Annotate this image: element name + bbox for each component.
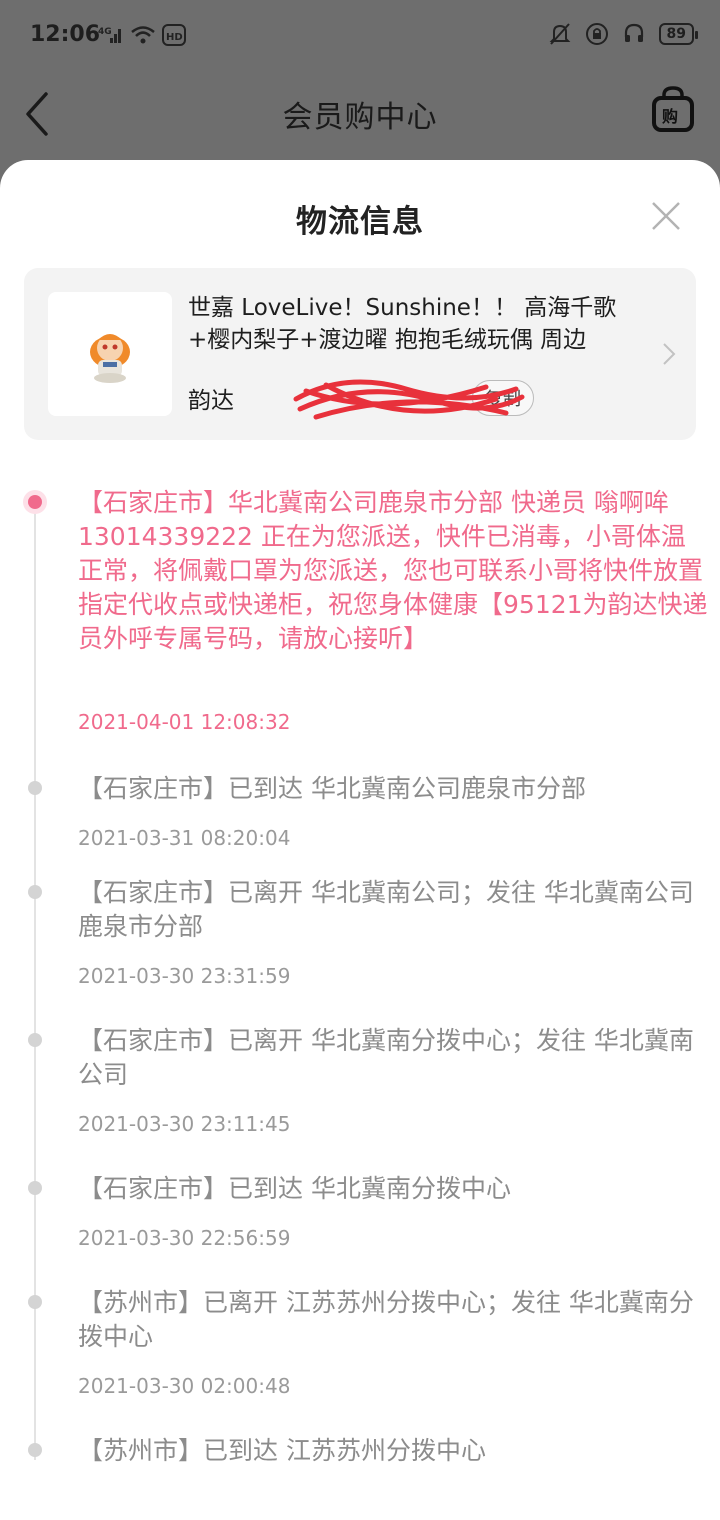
lock-rotate-icon xyxy=(585,23,608,45)
battery-indicator: 89 xyxy=(658,23,699,45)
wifi-icon xyxy=(131,26,155,44)
timeline-time: 2021-03-30 02:00:48 xyxy=(78,1374,291,1398)
svg-text:4G: 4G xyxy=(98,27,112,37)
timeline-time: 2021-03-30 23:11:45 xyxy=(78,1112,291,1136)
status-bar: 12:06 4G HD 89 xyxy=(0,0,720,72)
timeline-dot xyxy=(28,885,42,899)
timeline-text: 【石家庄市】已离开 华北冀南公司；发往 华北冀南公司鹿泉市分部 xyxy=(78,878,694,941)
timeline-time: 2021-03-30 23:31:59 xyxy=(78,964,291,988)
timeline-text: 【石家庄市】已到达 华北冀南公司鹿泉市分部 xyxy=(78,774,586,803)
carrier-name: 韵达 xyxy=(188,388,234,414)
timeline-text: 【苏州市】已离开 江苏苏州分拨中心；发往 华北冀南分拨中心 xyxy=(78,1288,694,1351)
sheet-title: 物流信息 xyxy=(296,204,424,240)
signal-icon: 4G xyxy=(98,27,121,43)
redaction-scribble xyxy=(293,379,525,420)
tracking-row: 韵达 复制 xyxy=(188,378,534,420)
mute-bell-icon xyxy=(549,23,570,45)
timeline-dot-active xyxy=(28,495,42,509)
plush-doll-image xyxy=(90,334,130,383)
headset-icon xyxy=(624,23,643,42)
svg-text:HD: HD xyxy=(166,32,183,43)
app-header: 会员购中心 购 xyxy=(0,72,720,152)
timeline-line xyxy=(34,500,36,1460)
timeline-dot xyxy=(28,1181,42,1195)
timeline-text: 【苏州市】已到达 江苏苏州分拨中心 xyxy=(78,1436,486,1465)
svg-text:购: 购 xyxy=(662,107,678,126)
timeline-text: 【石家庄市】已离开 华北冀南分拨中心；发往 华北冀南公司 xyxy=(78,1026,694,1089)
timeline-dot xyxy=(28,1033,42,1047)
shopping-bag-icon[interactable]: 购 xyxy=(652,86,694,132)
logistics-sheet: 物流信息 世嘉 LoveLive！Sunshine！！ 高海千歌+樱内梨子+渡边… xyxy=(0,160,720,1520)
tracking-number-redacted xyxy=(242,379,525,420)
hd-icon: HD xyxy=(162,24,186,46)
product-card[interactable]: 世嘉 LoveLive！Sunshine！！ 高海千歌+樱内梨子+渡边曜 抱抱毛… xyxy=(24,268,696,440)
page-title: 会员购中心 xyxy=(282,100,438,135)
timeline-text: 【石家庄市】华北冀南公司鹿泉市分部 快递员 嗡啊哞13014339222 正在为… xyxy=(78,488,708,653)
product-thumbnail xyxy=(48,292,172,416)
close-icon[interactable] xyxy=(650,200,682,232)
timeline-dot xyxy=(28,1443,42,1457)
product-name: 世嘉 LoveLive！Sunshine！！ 高海千歌+樱内梨子+渡边曜 抱抱毛… xyxy=(188,295,617,353)
chevron-right-icon xyxy=(663,343,676,365)
timeline-dot xyxy=(28,781,42,795)
timeline-text: 【石家庄市】已到达 华北冀南分拨中心 xyxy=(78,1174,511,1203)
timeline-dot xyxy=(28,1295,42,1309)
timeline-time: 2021-04-01 12:08:32 xyxy=(78,710,291,734)
timeline-time: 2021-03-30 22:56:59 xyxy=(78,1226,291,1250)
clock: 12:06 xyxy=(30,22,101,47)
timeline-time: 2021-03-31 08:20:04 xyxy=(78,826,291,850)
